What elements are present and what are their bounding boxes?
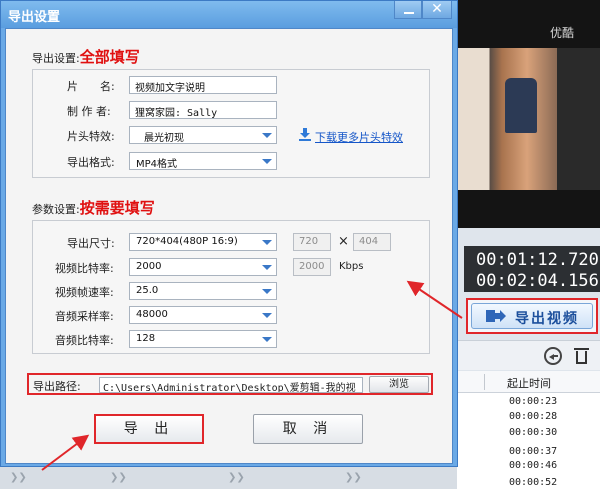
size-label: 导出尺寸:	[67, 237, 115, 250]
export-path-label: 导出路径:	[33, 380, 81, 393]
cancel-button[interactable]: 取 消	[253, 414, 363, 444]
dialog-body: 导出设置:全部填写 片 名: 视频加文字说明 制 作 者: 狸窝家园: Sall…	[5, 28, 453, 464]
export-settings-header: 导出设置:全部填写	[32, 46, 140, 67]
list-item[interactable]: 00:00:23	[509, 396, 557, 407]
chevron-down-icon	[262, 313, 272, 318]
chevron-icon: ❯❯	[345, 472, 362, 483]
audio-sample-select[interactable]: 48000	[129, 306, 277, 324]
export-video-label: 导出视频	[515, 311, 579, 327]
list-toolbar	[457, 340, 600, 370]
audio-sample-value: 48000	[136, 309, 168, 320]
export-settings-group: 片 名: 视频加文字说明 制 作 者: 狸窝家园: Sally 片头特效: 晨光…	[32, 69, 430, 178]
chevron-down-icon	[262, 159, 272, 164]
chevron-icon: ❯❯	[10, 472, 27, 483]
chevron-icon: ❯❯	[228, 472, 245, 483]
intro-effect-select[interactable]: 晨光初现	[129, 126, 277, 144]
name-input[interactable]: 视频加文字说明	[129, 76, 277, 94]
minimize-button[interactable]	[394, 1, 422, 19]
section-note: 按需要填写	[79, 199, 155, 217]
export-video-button-highlight[interactable]: 导出视频	[466, 298, 598, 334]
height-input: 404	[353, 233, 391, 251]
video-bitrate-select[interactable]: 2000	[129, 258, 277, 276]
chevron-down-icon	[262, 265, 272, 270]
title-bar[interactable]: 导出设置 ✕	[1, 1, 457, 28]
list-item[interactable]: 00:00:46	[509, 460, 557, 471]
size-value: 720*404(480P 16:9)	[136, 236, 238, 247]
audio-bitrate-label: 音频比特率:	[55, 334, 114, 347]
format-value: MP4格式	[136, 159, 178, 170]
author-label: 制 作 者:	[67, 105, 111, 118]
chevron-down-icon	[262, 133, 272, 138]
video-bitrate-value: 2000	[136, 261, 162, 272]
section-label: 参数设置:	[32, 203, 80, 216]
framerate-label: 视频帧速率:	[55, 286, 114, 299]
download-icon	[299, 128, 311, 141]
video-watermark: 优酷	[549, 26, 574, 40]
video-frame	[457, 48, 557, 190]
kbps-unit: Kbps	[339, 261, 364, 272]
list-item[interactable]: 00:00:30	[509, 427, 557, 438]
timeline-strip: ❯❯ ❯❯ ❯❯ ❯❯	[0, 466, 457, 489]
export-button[interactable]: 导 出	[94, 414, 204, 444]
intro-effect-label: 片头特效:	[67, 130, 115, 143]
name-label: 片 名:	[67, 80, 115, 93]
total-time: 00:02:04.156	[476, 271, 599, 291]
chevron-down-icon	[262, 289, 272, 294]
chevron-icon: ❯❯	[110, 472, 127, 483]
list-header: 起止时间	[457, 371, 600, 393]
chevron-down-icon	[262, 337, 272, 342]
author-input[interactable]: 狸窝家园: Sally	[129, 101, 277, 119]
start-time-column-header[interactable]: 起止时间	[507, 375, 551, 391]
intro-effect-value: 晨光初现	[144, 133, 184, 144]
undo-icon[interactable]	[544, 347, 562, 365]
time-display: 00:01:12.720 00:02:04.156	[464, 246, 600, 292]
framerate-value: 25.0	[136, 285, 159, 296]
dialog-title: 导出设置	[8, 10, 61, 25]
width-input: 720	[293, 233, 331, 251]
section-label: 导出设置:	[32, 52, 80, 65]
list-item[interactable]: 00:00:52	[509, 477, 557, 488]
times-sign: ×	[338, 234, 349, 249]
close-button[interactable]: ✕	[422, 1, 452, 19]
format-label: 导出格式:	[67, 156, 115, 169]
export-video-button[interactable]: 导出视频	[471, 303, 593, 329]
video-frame-edge	[557, 48, 600, 190]
param-settings-group: 导出尺寸: 720*404(480P 16:9) 720 × 404 视频比特率…	[32, 220, 430, 354]
list-item[interactable]: 00:00:28	[509, 411, 557, 422]
minimize-icon	[404, 12, 414, 14]
browse-button[interactable]: 浏览	[369, 376, 429, 393]
chevron-down-icon	[262, 240, 272, 245]
audio-bitrate-value: 128	[136, 333, 156, 344]
param-settings-header: 参数设置:按需要填写	[32, 197, 155, 218]
framerate-select[interactable]: 25.0	[129, 282, 277, 300]
export-settings-dialog: 导出设置 ✕ 导出设置:全部填写 片 名: 视频加文字说明 制 作 者: 狸窝家…	[0, 0, 458, 467]
export-path-row: 导出路径: C:\Users\Administrator\Desktop\爱剪辑…	[27, 373, 433, 395]
export-icon	[486, 310, 506, 322]
download-more-effects-link[interactable]: 下载更多片头特效	[315, 129, 403, 145]
video-bitrate-label: 视频比特率:	[55, 262, 114, 275]
time-list: 00:00:23 00:00:28 00:00:30 00:00:37 00:0…	[457, 393, 600, 489]
size-select[interactable]: 720*404(480P 16:9)	[129, 233, 277, 251]
video-preview: 优酷	[457, 0, 600, 228]
current-time: 00:01:12.720	[476, 250, 599, 270]
trash-icon[interactable]	[574, 347, 589, 365]
list-item[interactable]: 00:00:37	[509, 446, 557, 457]
format-select[interactable]: MP4格式	[129, 152, 277, 170]
section-note: 全部填写	[79, 48, 140, 66]
export-path-input[interactable]: C:\Users\Administrator\Desktop\爱剪辑-我的视	[99, 377, 363, 393]
video-bitrate-input: 2000	[293, 258, 331, 276]
audio-bitrate-select[interactable]: 128	[129, 330, 277, 348]
audio-sample-label: 音频采样率:	[55, 310, 114, 323]
